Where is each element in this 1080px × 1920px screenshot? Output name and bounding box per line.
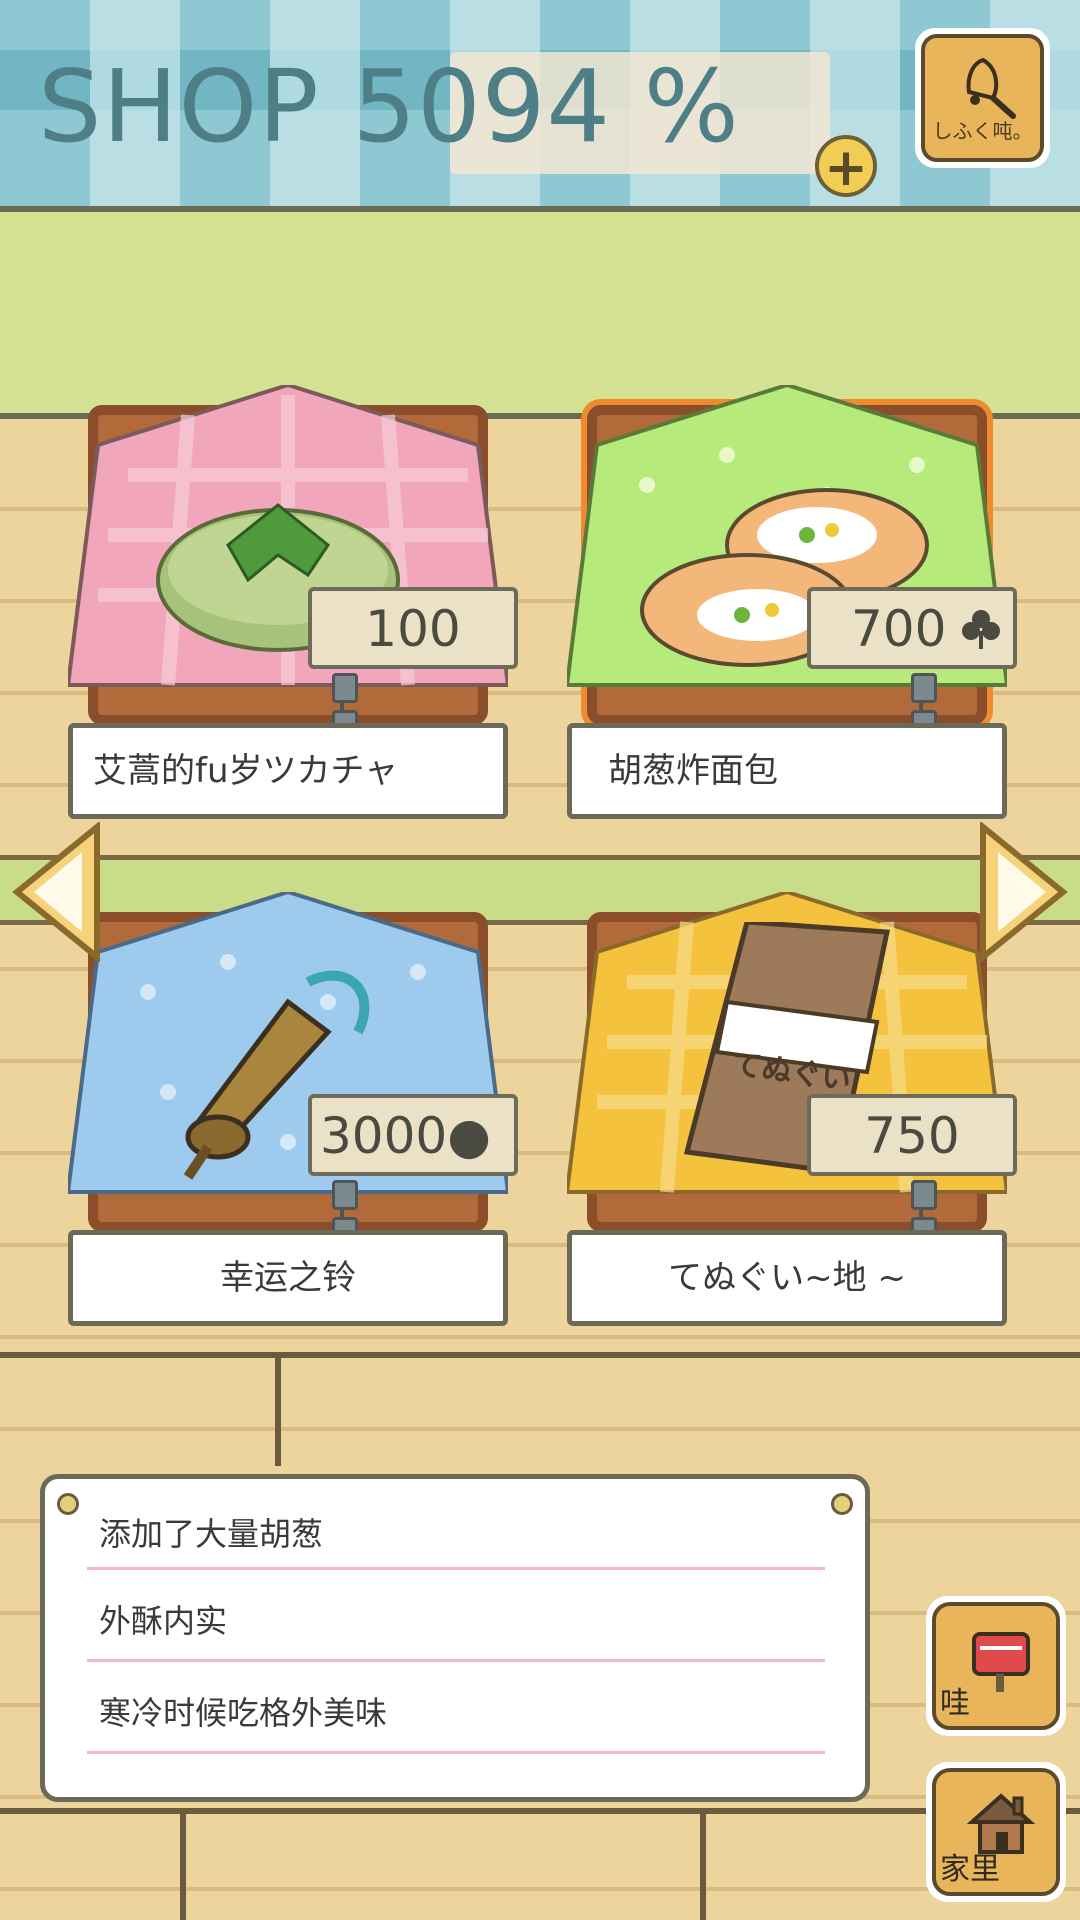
item-name: 艾蒿的fu岁ツカチャ <box>68 723 508 819</box>
item-name: てぬぐい~地 ~ <box>567 1230 1007 1326</box>
pin-icon <box>57 1493 79 1515</box>
home-button[interactable]: 家里 <box>926 1762 1066 1902</box>
item-frame <box>68 385 508 725</box>
description-line: 寒冷时候吃格外美味 <box>87 1663 825 1754</box>
item-name: 胡葱炸面包 <box>567 723 1007 819</box>
floor-line <box>0 1808 1080 1814</box>
tag-pin <box>332 1180 358 1210</box>
mailbox-button[interactable]: 哇 <box>926 1596 1066 1736</box>
shop-item-card[interactable]: 100 艾蒿的fu岁ツカチャ <box>68 385 518 825</box>
description-line: 添加了大量胡葱 <box>87 1479 825 1570</box>
floor-seam <box>275 1356 281 1466</box>
page-title: SHOP 5094 % <box>38 48 740 165</box>
right-arrow-icon[interactable] <box>978 822 1068 962</box>
bell-icon <box>966 57 1016 119</box>
item-description-panel: 添加了大量胡葱 外酥内实 寒冷时候吃格外美味 <box>40 1474 870 1802</box>
price-tag: 700 <box>807 587 1017 669</box>
shop-item-card[interactable]: 700 胡葱炸面包 <box>567 385 1017 825</box>
floor-seam <box>700 1812 706 1920</box>
price-value: 700 <box>851 600 947 658</box>
item-name: 幸运之铃 <box>68 1230 508 1326</box>
tag-pin <box>332 673 358 703</box>
home-label: 家里 <box>940 1852 1000 1887</box>
bell-button-label: しふく吨。 <box>932 119 1033 143</box>
price-tag: 750 <box>807 1094 1017 1176</box>
pin-icon <box>831 1493 853 1515</box>
shop-item-card[interactable]: てぬぐい 750 てぬぐい~地 ~ <box>567 892 1017 1332</box>
floor-line <box>0 1352 1080 1358</box>
left-arrow-icon[interactable] <box>12 822 102 962</box>
clover-icon <box>962 610 1000 649</box>
add-currency-button[interactable]: + <box>815 135 877 197</box>
price-tag: 3000● <box>308 1094 518 1176</box>
description-line: 外酥内实 <box>87 1571 825 1662</box>
tag-pin <box>911 1180 937 1210</box>
floor-seam <box>180 1812 186 1920</box>
tag-pin <box>911 673 937 703</box>
price-tag: 100 <box>308 587 518 669</box>
item-frame <box>68 892 508 1232</box>
mailbox-icon <box>972 1632 1030 1692</box>
bell-button[interactable]: しふく吨。 <box>915 28 1050 168</box>
shop-item-card[interactable]: 3000● 幸运之铃 <box>68 892 518 1332</box>
mailbox-label: 哇 <box>940 1686 970 1721</box>
